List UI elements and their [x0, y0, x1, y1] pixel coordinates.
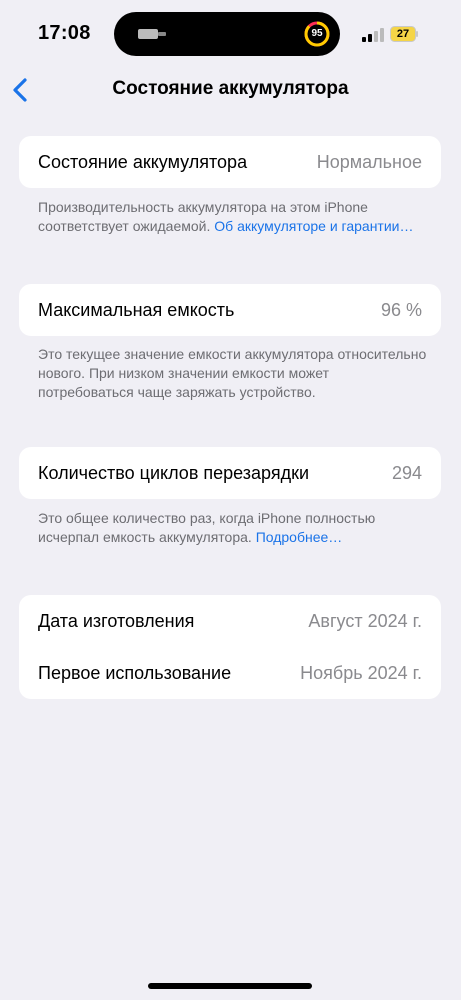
battery-health-label: Состояние аккумулятора	[38, 152, 248, 172]
first-use-label: Первое использование	[38, 663, 232, 683]
manufacture-date-label: Дата изготовления	[38, 611, 195, 631]
cycle-count-card: Количество циклов перезарядки 294	[19, 447, 441, 499]
cycle-count-note: Это общее количество раз, когда iPhone п…	[38, 509, 428, 547]
max-capacity-note-text: Это текущее значение емкости аккумулятор…	[38, 346, 427, 400]
battery-warranty-link[interactable]: Об аккумуля­торе и гарантии…	[214, 218, 413, 234]
first-use-row: Первое использование Ноябрь 2024 г.	[19, 647, 441, 699]
cellular-signal-icon	[362, 28, 384, 42]
first-use-value: Ноябрь 2024 г.	[300, 663, 422, 683]
cycle-count-label: Количество циклов перезарядки	[38, 463, 310, 483]
activity-ring-value: 95	[311, 28, 323, 39]
cycle-count-row: Количество циклов перезарядки 294	[19, 447, 441, 499]
home-indicator[interactable]	[148, 983, 312, 989]
max-capacity-note: Это текущее значение емкости аккумулятор…	[38, 345, 428, 402]
app-activity-icon	[138, 29, 166, 39]
cycle-count-value: 294	[391, 463, 422, 483]
manufacture-date-value: Август 2024 г.	[308, 611, 422, 631]
manufacture-date-row: Дата изготовления Август 2024 г.	[19, 595, 441, 647]
battery-health-card: Состояние аккумулятора Нормальное	[19, 136, 441, 188]
navigation-bar: Состояние аккумулятора	[0, 70, 461, 110]
dates-card: Дата изготовления Август 2024 г. Первое …	[19, 595, 441, 699]
page-title: Состояние аккумулятора	[112, 78, 349, 99]
battery-health-value: Нормальное	[316, 152, 422, 172]
battery-health-row: Состояние аккумулятора Нормальное	[19, 136, 441, 188]
dynamic-island[interactable]: 95	[114, 12, 340, 56]
max-capacity-value: 96 %	[380, 300, 422, 320]
max-capacity-row: Максимальная емкость 96 %	[19, 284, 441, 336]
status-bar: 17:08 95 27	[0, 0, 461, 70]
learn-more-link[interactable]: Подробнее…	[256, 529, 343, 545]
status-time: 17:08	[38, 22, 91, 44]
max-capacity-label: Максимальная емкость	[38, 300, 235, 320]
battery-level: 27	[396, 28, 410, 40]
battery-health-note: Производительность аккумулятора на этом …	[38, 198, 428, 236]
max-capacity-card: Максимальная емкость 96 %	[19, 284, 441, 336]
